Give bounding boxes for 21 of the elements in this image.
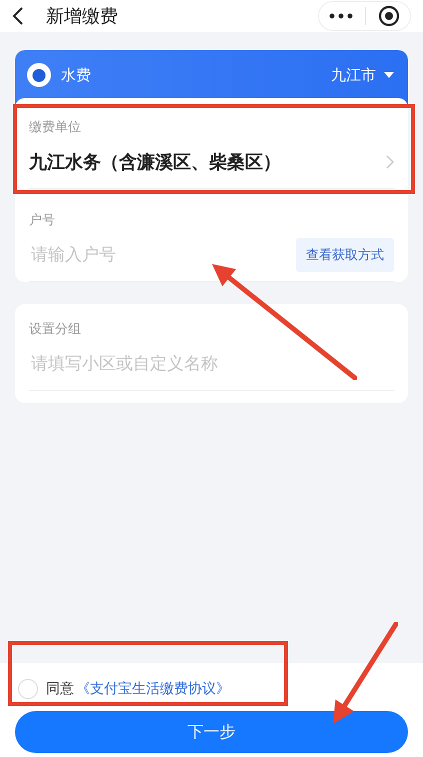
how-to-get-button[interactable]: 查看获取方式 <box>296 238 394 272</box>
back-icon[interactable] <box>12 6 24 26</box>
agree-checkbox[interactable] <box>18 679 38 699</box>
agreement-link[interactable]: 《支付宝生活缴费协议》 <box>76 680 230 698</box>
target-icon[interactable] <box>378 5 400 27</box>
field-value: 九江水务（含濂溪区、柴桑区） <box>29 151 281 174</box>
next-button[interactable]: 下一步 <box>15 711 408 753</box>
caret-icon <box>384 72 394 78</box>
input-field[interactable]: 请输入户号 <box>29 245 296 265</box>
field-label: 缴费单位 <box>29 119 82 136</box>
agree-label: 同意 <box>46 680 74 698</box>
city-name: 九江市 <box>331 66 376 84</box>
field-label: 户号 <box>29 212 56 229</box>
more-icon[interactable] <box>329 13 353 19</box>
city-selector[interactable]: 九江市 <box>331 66 394 84</box>
page-title: 新增缴费 <box>46 5 119 28</box>
category-name: 水费 <box>61 66 92 84</box>
chevron-right-icon <box>386 155 394 169</box>
field-label: 设置分组 <box>29 321 82 338</box>
unit-selector[interactable]: 九江水务（含濂溪区、柴桑区） <box>29 136 394 189</box>
input-field[interactable]: 请填写小区或自定义名称 <box>29 354 394 374</box>
